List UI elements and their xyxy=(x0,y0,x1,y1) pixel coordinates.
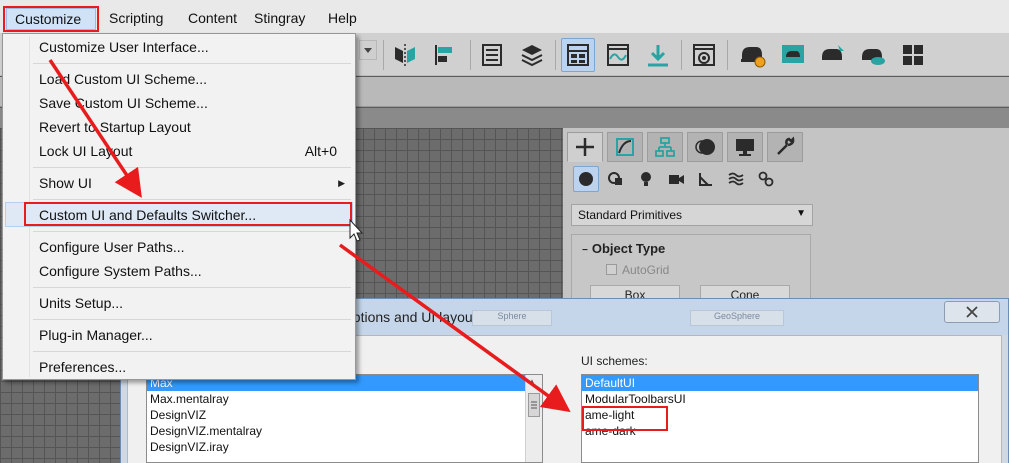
annotation-arrow xyxy=(338,243,571,413)
annotation-arrows xyxy=(48,59,571,413)
mouse-cursor-icon xyxy=(349,218,364,242)
annotation-arrow xyxy=(48,59,142,198)
